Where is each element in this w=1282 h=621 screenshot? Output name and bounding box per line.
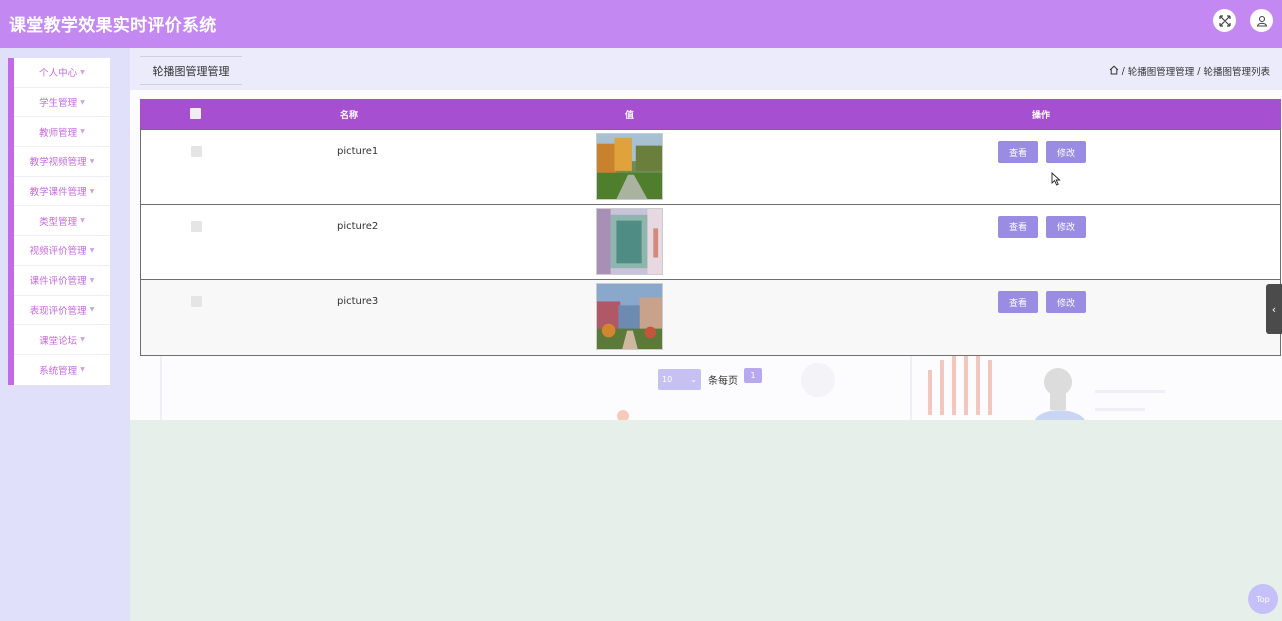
- sidebar-item-video-reviews[interactable]: 视频评价管理 ▼: [14, 236, 110, 266]
- table-row: picture2 查看 修改: [140, 204, 1281, 280]
- sidebar-item-courseware-reviews[interactable]: 课件评价管理 ▼: [14, 266, 110, 296]
- sidebar-item-label: 视频评价管理: [29, 246, 87, 258]
- row-name: picture3: [337, 296, 379, 307]
- caret-down-icon: ▼: [80, 217, 85, 225]
- sidebar-item-label: 个人中心: [39, 68, 78, 80]
- breadcrumb-item-banner-management[interactable]: 轮播图管理管理: [1128, 64, 1195, 78]
- home-icon[interactable]: [1109, 65, 1119, 78]
- pagination: 10 ⌄ 条每页 1: [658, 368, 762, 390]
- sidebar-item-videos[interactable]: 教学视频管理 ▼: [14, 147, 110, 177]
- sidebar-item-forum[interactable]: 课堂论坛 ▼: [14, 325, 110, 355]
- sidebar-item-types[interactable]: 类型管理 ▼: [14, 206, 110, 237]
- sidebar-menu: 个人中心 ▼ 学生管理 ▼ 教师管理 ▼ 教学视频管理 ▼ 教学课件管理 ▼ 类型管理 ▼ …: [8, 58, 110, 385]
- collapse-panel-handle[interactable]: ‹: [1266, 284, 1282, 334]
- fullscreen-icon[interactable]: [1213, 9, 1236, 32]
- breadcrumb: / 轮播图管理管理 / 轮播图管理列表: [1109, 64, 1270, 78]
- page-number-current[interactable]: 1: [744, 368, 762, 383]
- back-to-top-button[interactable]: Top: [1248, 584, 1278, 614]
- sidebar-item-label: 课件评价管理: [29, 276, 87, 288]
- column-header-value: 值: [625, 111, 635, 121]
- sidebar-item-personal-center[interactable]: 个人中心 ▼: [14, 58, 110, 88]
- per-page-label: 条每页: [708, 376, 738, 387]
- caret-down-icon: ▼: [80, 68, 85, 76]
- table-row: picture3 查看 修改: [140, 280, 1281, 356]
- page-tab[interactable]: 轮播图管理管理: [140, 56, 242, 85]
- caret-down-icon: ▼: [89, 187, 95, 195]
- edit-button[interactable]: 修改: [1046, 291, 1086, 313]
- sidebar-item-label: 教学视频管理: [29, 157, 87, 169]
- sidebar-item-label: 类型管理: [39, 216, 78, 228]
- view-button[interactable]: 查看: [998, 141, 1038, 163]
- column-header-action: 操作: [1032, 111, 1051, 121]
- sidebar-item-label: 教学课件管理: [29, 187, 87, 199]
- user-icon[interactable]: [1250, 9, 1273, 32]
- chevron-left-icon: ‹: [1271, 302, 1277, 316]
- row-checkbox[interactable]: [191, 296, 202, 307]
- row-checkbox[interactable]: [191, 146, 202, 157]
- caret-down-icon: ▼: [80, 336, 85, 344]
- page-size-select[interactable]: 10 ⌄: [658, 369, 701, 390]
- breadcrumb-separator: /: [1197, 65, 1201, 77]
- sidebar-item-system[interactable]: 系统管理 ▼: [14, 355, 110, 385]
- edit-button[interactable]: 修改: [1046, 215, 1086, 238]
- row-name: picture2: [337, 220, 379, 232]
- edit-button[interactable]: 修改: [1046, 141, 1086, 163]
- banner-table: 名称 值 操作 picture1 查看 修改 picture2 查看 修改 pi…: [140, 99, 1281, 356]
- sidebar-item-students[interactable]: 学生管理 ▼: [14, 88, 110, 118]
- mouse-cursor-icon: [1051, 172, 1061, 186]
- sidebar-item-label: 教师管理: [39, 127, 78, 139]
- breadcrumb-separator: /: [1121, 65, 1125, 77]
- row-checkbox[interactable]: [191, 220, 202, 232]
- caret-down-icon: ▼: [89, 246, 95, 254]
- row-image-thumbnail[interactable]: [596, 207, 663, 275]
- row-image-thumbnail[interactable]: [596, 133, 663, 200]
- select-all-checkbox[interactable]: [190, 108, 201, 119]
- column-header-name: 名称: [340, 111, 359, 121]
- view-button[interactable]: 查看: [998, 215, 1038, 238]
- lower-panel: [130, 420, 1282, 621]
- table-header: 名称 值 操作: [140, 99, 1281, 129]
- sidebar-item-label: 表现评价管理: [29, 305, 87, 317]
- sidebar-item-label: 课堂论坛: [39, 335, 78, 347]
- sidebar-item-performance-reviews[interactable]: 表现评价管理 ▼: [14, 296, 110, 326]
- caret-down-icon: ▼: [89, 306, 95, 314]
- sidebar-item-courseware[interactable]: 教学课件管理 ▼: [14, 177, 110, 207]
- sidebar-item-label: 学生管理: [39, 98, 78, 110]
- table-row: picture1 查看 修改: [140, 129, 1281, 205]
- caret-down-icon: ▼: [80, 366, 85, 374]
- sidebar-item-teachers[interactable]: 教师管理 ▼: [14, 117, 110, 148]
- app-title: 课堂教学效果实时评价系统: [9, 16, 217, 36]
- caret-down-icon: ▼: [89, 157, 95, 165]
- row-name: picture1: [337, 146, 379, 157]
- sidebar-item-label: 系统管理: [39, 365, 78, 377]
- page-size-value: 10: [662, 375, 673, 384]
- caret-down-icon: ▼: [89, 276, 95, 284]
- caret-down-icon: ▼: [80, 98, 85, 106]
- chevron-down-icon: ⌄: [690, 375, 697, 384]
- view-button[interactable]: 查看: [998, 291, 1038, 313]
- row-image-thumbnail[interactable]: [596, 283, 663, 350]
- caret-down-icon: ▼: [80, 128, 85, 136]
- app-header: 课堂教学效果实时评价系统: [0, 0, 1282, 48]
- breadcrumb-item-banner-list: 轮播图管理列表: [1203, 67, 1270, 78]
